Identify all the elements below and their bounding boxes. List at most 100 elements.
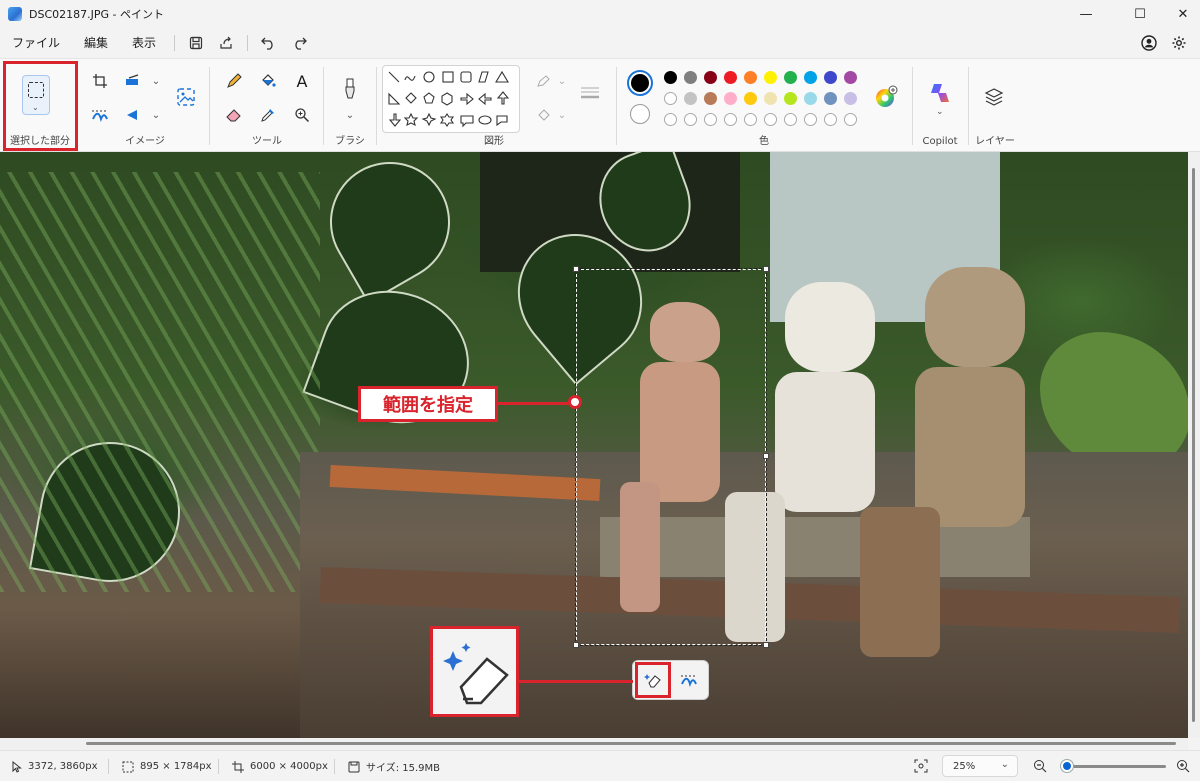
- color-picker-icon[interactable]: [256, 103, 280, 127]
- account-icon[interactable]: [1141, 35, 1157, 54]
- menu-edit[interactable]: 編集: [72, 28, 120, 58]
- color-swatch[interactable]: [704, 92, 717, 105]
- horizontal-scroll-thumb[interactable]: [86, 742, 1176, 745]
- shapes-gallery[interactable]: [382, 65, 520, 133]
- color-swatch[interactable]: [804, 71, 817, 84]
- color-swatch[interactable]: [804, 92, 817, 105]
- custom-color-slot[interactable]: [684, 113, 697, 126]
- leaf: [308, 152, 472, 304]
- color-swatch[interactable]: [824, 92, 837, 105]
- rotate-flip-icon[interactable]: [122, 103, 146, 127]
- image-canvas[interactable]: 範囲を指定: [0, 152, 1188, 738]
- selection-handle[interactable]: [573, 642, 579, 648]
- color-swatch[interactable]: [764, 92, 777, 105]
- chevron-down-icon[interactable]: ⌄: [144, 69, 168, 93]
- close-button[interactable]: ✕: [1160, 0, 1200, 28]
- share-icon[interactable]: [211, 28, 241, 58]
- tools-group: A ツール: [212, 59, 322, 153]
- color-swatch[interactable]: [824, 71, 837, 84]
- selection-size: 895 × 1784px: [122, 751, 212, 781]
- vertical-scroll-thumb[interactable]: [1192, 168, 1195, 722]
- menu-separator: [247, 35, 249, 51]
- generative-erase-button[interactable]: [635, 662, 671, 698]
- save-icon[interactable]: [181, 28, 211, 58]
- color-swatch[interactable]: [844, 92, 857, 105]
- chevron-down-icon[interactable]: ⌄: [338, 103, 362, 127]
- save-icon: [348, 761, 360, 772]
- selection-handle[interactable]: [763, 642, 769, 648]
- line-width-icon[interactable]: [578, 81, 602, 105]
- tools-group-label: ツール: [252, 136, 282, 147]
- selection-handle[interactable]: [763, 453, 769, 459]
- color-swatch[interactable]: [664, 71, 677, 84]
- layers-icon[interactable]: [984, 87, 1004, 110]
- custom-color-slot[interactable]: [824, 113, 837, 126]
- copilot-icon[interactable]: [928, 81, 952, 108]
- vertical-scrollbar[interactable]: [1188, 152, 1200, 738]
- cursor-position-value: 3372, 3860px: [28, 761, 98, 772]
- zoom-level-value: 25%: [953, 760, 976, 772]
- title-bar: DSC02187.JPG - ペイント — ☐ ✕: [0, 0, 1200, 28]
- custom-color-slot[interactable]: [784, 113, 797, 126]
- resize-icon[interactable]: [122, 69, 146, 93]
- remove-background-button[interactable]: [677, 669, 701, 691]
- color-swatch[interactable]: [684, 92, 697, 105]
- fit-to-window-icon[interactable]: [914, 759, 928, 776]
- generative-erase-icon: [644, 674, 661, 688]
- fill-bucket-icon[interactable]: [256, 69, 280, 93]
- selection-handle[interactable]: [763, 266, 769, 272]
- colors-group: 色: [618, 59, 910, 153]
- custom-color-slot[interactable]: [804, 113, 817, 126]
- color-swatch[interactable]: [744, 71, 757, 84]
- color-swatch[interactable]: [684, 71, 697, 84]
- cursor-position: 3372, 3860px: [12, 751, 98, 781]
- color-swatch[interactable]: [784, 92, 797, 105]
- zoom-slider-thumb[interactable]: [1061, 760, 1073, 772]
- custom-color-slot[interactable]: [844, 113, 857, 126]
- maximize-button[interactable]: ☐: [1117, 0, 1163, 28]
- custom-color-slot[interactable]: [664, 113, 677, 126]
- zoom-out-icon[interactable]: [1033, 759, 1047, 776]
- crop-icon[interactable]: [88, 69, 112, 93]
- edit-colors-icon[interactable]: [874, 85, 898, 112]
- secondary-color-button[interactable]: [630, 104, 650, 124]
- horizontal-scrollbar[interactable]: [0, 738, 1188, 750]
- color-swatch[interactable]: [844, 71, 857, 84]
- selection-rectangle[interactable]: [573, 266, 769, 648]
- brush-icon[interactable]: [338, 77, 362, 101]
- eraser-icon[interactable]: [222, 103, 246, 127]
- chevron-down-icon[interactable]: ⌄: [550, 103, 574, 127]
- color-swatch[interactable]: [724, 92, 737, 105]
- zoom-in-icon[interactable]: [1176, 759, 1190, 776]
- chevron-down-icon[interactable]: ⌄: [936, 107, 944, 117]
- primary-color-button[interactable]: [627, 70, 653, 96]
- color-swatch[interactable]: [744, 92, 757, 105]
- custom-color-slot[interactable]: [724, 113, 737, 126]
- text-tool-icon[interactable]: A: [290, 69, 314, 93]
- color-swatch[interactable]: [704, 71, 717, 84]
- color-swatch[interactable]: [764, 71, 777, 84]
- color-swatch[interactable]: [724, 71, 737, 84]
- custom-color-slot[interactable]: [704, 113, 717, 126]
- custom-color-slot[interactable]: [744, 113, 757, 126]
- chevron-down-icon[interactable]: ⌄: [550, 69, 574, 93]
- minimize-button[interactable]: —: [1063, 0, 1109, 28]
- color-swatch[interactable]: [784, 71, 797, 84]
- redo-icon[interactable]: [284, 28, 314, 58]
- zoom-level-select[interactable]: 25% ⌄: [942, 755, 1018, 777]
- magnifier-icon[interactable]: [290, 103, 314, 127]
- menu-view[interactable]: 表示: [120, 28, 168, 58]
- color-swatch[interactable]: [664, 92, 677, 105]
- image-generator-icon[interactable]: [174, 85, 198, 109]
- settings-gear-icon[interactable]: [1171, 35, 1187, 54]
- remove-background-icon[interactable]: [88, 103, 112, 127]
- remove-background-icon: [681, 675, 697, 687]
- selection-handle[interactable]: [573, 266, 579, 272]
- pencil-icon[interactable]: [222, 69, 246, 93]
- chevron-down-icon[interactable]: ⌄: [144, 103, 168, 127]
- zoom-slider-track[interactable]: [1061, 765, 1166, 768]
- custom-color-slot[interactable]: [764, 113, 777, 126]
- menu-file[interactable]: ファイル: [0, 28, 72, 58]
- selection-size-icon: [122, 761, 134, 772]
- undo-icon[interactable]: [254, 28, 284, 58]
